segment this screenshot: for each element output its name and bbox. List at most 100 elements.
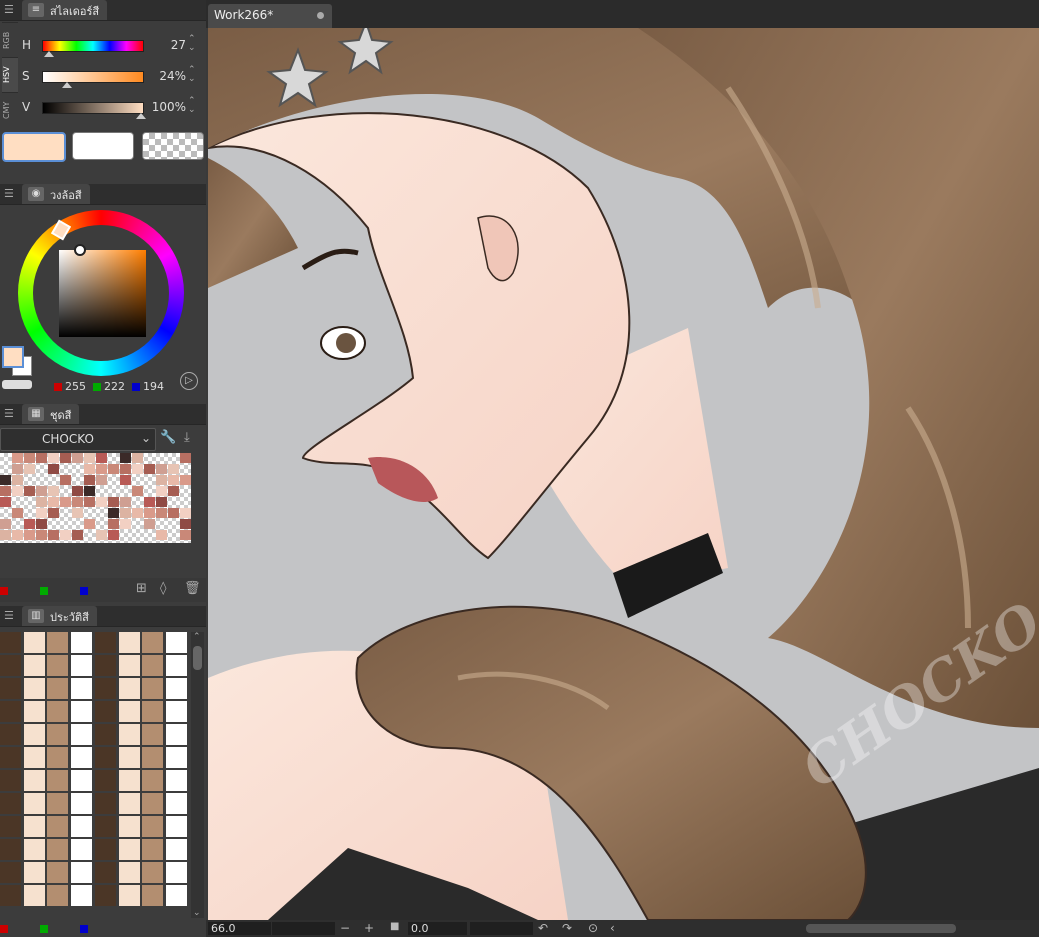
fit-icon[interactable]: ■ [390, 921, 399, 932]
eyedropper-add-icon[interactable]: ◊ [160, 581, 166, 596]
history-swatch[interactable] [118, 678, 141, 700]
zoom-field[interactable]: 66.0 [208, 922, 271, 935]
history-swatch[interactable] [47, 632, 70, 654]
history-swatch[interactable] [23, 678, 46, 700]
history-swatch[interactable] [71, 678, 94, 700]
history-swatch[interactable] [118, 885, 141, 907]
saturation-value-square[interactable] [59, 250, 146, 337]
color-set-swatch[interactable] [72, 453, 83, 463]
mode-tab-hsv[interactable]: HSV [2, 57, 18, 92]
history-swatch[interactable] [0, 724, 22, 746]
history-swatch[interactable] [142, 793, 165, 815]
zoom-slider[interactable] [272, 922, 335, 935]
main-color-chip[interactable] [2, 346, 24, 368]
history-swatch[interactable] [0, 816, 22, 838]
color-set-swatch[interactable] [0, 530, 11, 540]
panel-menu-icon[interactable]: ☰ [4, 187, 14, 200]
color-set-swatch[interactable] [144, 464, 155, 474]
history-swatch[interactable] [0, 678, 22, 700]
color-set-swatch[interactable] [168, 508, 179, 518]
color-set-swatch[interactable] [156, 475, 167, 485]
history-swatch[interactable] [142, 724, 165, 746]
color-set-swatch[interactable] [120, 508, 131, 518]
saturation-spinner-icon[interactable]: ⌃ ⌄ [188, 66, 196, 84]
color-set-swatch[interactable] [0, 497, 11, 507]
history-swatch[interactable] [142, 770, 165, 792]
history-swatch[interactable] [118, 632, 141, 654]
history-swatch[interactable] [94, 770, 117, 792]
history-swatch[interactable] [47, 793, 70, 815]
history-swatch[interactable] [142, 839, 165, 861]
color-set-swatch[interactable] [72, 486, 83, 496]
color-set-swatch[interactable] [12, 508, 23, 518]
history-swatch[interactable] [23, 862, 46, 884]
history-swatch[interactable] [71, 747, 94, 769]
color-set-swatch[interactable] [12, 475, 23, 485]
color-set-swatch[interactable] [180, 475, 191, 485]
history-swatch[interactable] [118, 770, 141, 792]
history-swatch[interactable] [165, 724, 188, 746]
tab-color-history[interactable]: ▥ ประวัติสี [22, 606, 97, 626]
import-icon[interactable]: ⤓ [184, 430, 190, 445]
color-set-swatch[interactable] [72, 497, 83, 507]
rotation-field[interactable]: 0.0 [408, 922, 467, 935]
history-swatch[interactable] [0, 862, 22, 884]
color-set-swatch[interactable] [96, 530, 107, 540]
color-set-swatch[interactable] [144, 497, 155, 507]
history-swatch[interactable] [23, 839, 46, 861]
hue-slider[interactable] [42, 40, 144, 52]
history-swatch[interactable] [142, 655, 165, 677]
color-set-swatch[interactable] [72, 508, 83, 518]
color-set-swatch[interactable] [24, 464, 35, 474]
value-marker[interactable] [136, 113, 146, 119]
history-swatch[interactable] [47, 724, 70, 746]
color-set-swatch[interactable] [24, 453, 35, 463]
history-swatch[interactable] [94, 885, 117, 907]
history-swatch[interactable] [142, 678, 165, 700]
history-swatch[interactable] [118, 793, 141, 815]
color-set-swatch[interactable] [36, 453, 47, 463]
history-swatch[interactable] [47, 770, 70, 792]
history-swatch[interactable] [118, 701, 141, 723]
color-set-swatch[interactable] [120, 475, 131, 485]
history-swatch[interactable] [165, 793, 188, 815]
color-set-swatch[interactable] [48, 508, 59, 518]
color-set-swatch[interactable] [96, 464, 107, 474]
color-set-swatch[interactable] [132, 464, 143, 474]
history-swatch[interactable] [47, 655, 70, 677]
saturation-marker[interactable] [62, 82, 72, 88]
color-set-swatch[interactable] [84, 464, 95, 474]
history-swatch[interactable] [23, 747, 46, 769]
reset-rotation-icon[interactable]: ⊙ [588, 921, 598, 935]
history-swatch[interactable] [94, 724, 117, 746]
color-set-swatch[interactable] [96, 497, 107, 507]
history-swatch[interactable] [47, 862, 70, 884]
history-swatch[interactable] [94, 701, 117, 723]
wrench-icon[interactable]: 🔧 [160, 430, 176, 445]
drawing-canvas[interactable]: CHOCKO [208, 28, 1039, 920]
value-value[interactable]: 100% [150, 100, 186, 114]
color-set-swatch[interactable] [12, 486, 23, 496]
history-swatch[interactable] [23, 655, 46, 677]
close-tab-icon[interactable] [317, 12, 324, 19]
color-set-swatch[interactable] [156, 508, 167, 518]
history-swatch[interactable] [0, 770, 22, 792]
history-swatch[interactable] [71, 839, 94, 861]
zoom-out-icon[interactable]: − [340, 921, 350, 935]
color-set-swatch[interactable] [144, 519, 155, 529]
history-swatch[interactable] [94, 862, 117, 884]
sub-color-swatch[interactable] [72, 132, 134, 160]
color-set-swatch[interactable] [0, 519, 11, 529]
color-set-swatch[interactable] [108, 519, 119, 529]
history-swatch[interactable] [94, 793, 117, 815]
zoom-in-icon[interactable]: + [364, 921, 374, 935]
hue-marker[interactable] [44, 51, 54, 57]
color-set-swatch[interactable] [60, 497, 71, 507]
color-set-swatch[interactable] [180, 519, 191, 529]
color-set-swatch[interactable] [84, 453, 95, 463]
color-set-swatch[interactable] [120, 519, 131, 529]
history-swatch[interactable] [47, 816, 70, 838]
history-swatch[interactable] [142, 885, 165, 907]
rotate-left-icon[interactable]: ↶ [538, 921, 548, 935]
color-set-swatch[interactable] [48, 486, 59, 496]
